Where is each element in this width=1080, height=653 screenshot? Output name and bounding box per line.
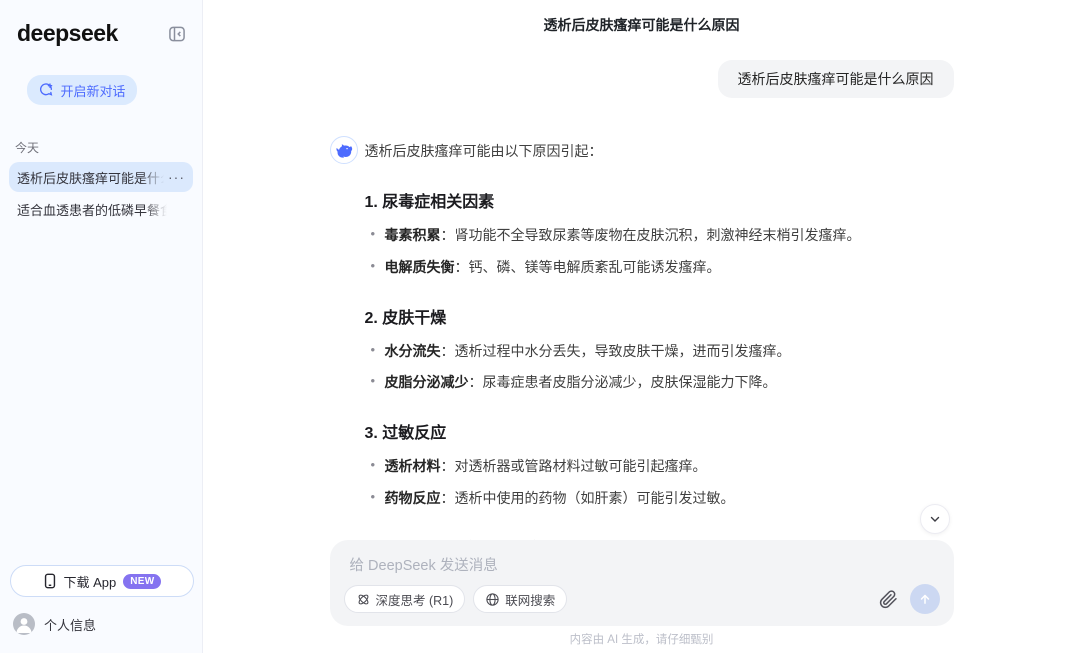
bullet-text: ：尿毒症患者皮脂分泌减少，皮肤保湿能力下降。 bbox=[469, 374, 777, 390]
attach-file-button[interactable] bbox=[879, 590, 898, 609]
chat-history-item[interactable]: 透析后皮肤瘙痒可能是什么原因 ··· bbox=[9, 162, 193, 192]
main-area: 透析后皮肤瘙痒可能是什么原因 透析后皮肤瘙痒可能是什么原因 透析后皮肤瘙痒可能由… bbox=[203, 0, 1080, 653]
section-heading: 1. 尿毒症相关因素 bbox=[365, 188, 954, 212]
bullet-text: ：对透析器或管路材料过敏可能引起瘙痒。 bbox=[441, 458, 707, 474]
bullet-text: ：钙、磷、镁等电解质紊乱可能诱发瘙痒。 bbox=[455, 259, 721, 275]
bullet-list: 毒素积累：肾功能不全导致尿素等废物在皮肤沉积，刺激神经末梢引发瘙痒。电解质失衡：… bbox=[365, 225, 954, 277]
section-heading: 2. 皮肤干燥 bbox=[365, 304, 954, 328]
deep-think-label: 深度思考 (R1) bbox=[376, 590, 454, 609]
chat-history-title: 透析后皮肤瘙痒可能是什么原因 bbox=[17, 168, 164, 187]
atom-icon bbox=[356, 592, 371, 607]
bullet-text: ：透析中使用的药物（如肝素）可能引发过敏。 bbox=[441, 490, 735, 506]
bullet-label: 药物反应 bbox=[385, 490, 441, 506]
bullet-text: ：肾功能不全导致尿素等废物在皮肤沉积，刺激神经末梢引发瘙痒。 bbox=[441, 227, 861, 243]
new-chat-label: 开启新对话 bbox=[60, 81, 125, 100]
bullet-label: 皮脂分泌减少 bbox=[385, 374, 469, 390]
chat-scroll-area[interactable]: 透析后皮肤瘙痒可能是什么原因 透析后皮肤瘙痒可能由以下原因引起： 1. 尿毒症相… bbox=[203, 50, 1080, 540]
download-app-label: 下载 App bbox=[64, 572, 117, 591]
bullet-text: ：透析过程中水分丢失，导致皮肤干燥，进而引发瘙痒。 bbox=[441, 343, 791, 359]
chevron-down-icon bbox=[928, 512, 942, 526]
new-chat-button[interactable]: 开启新对话 bbox=[27, 75, 137, 105]
assistant-message-content: 透析后皮肤瘙痒可能由以下原因引起： 1. 尿毒症相关因素 毒素积累：肾功能不全导… bbox=[365, 136, 954, 540]
user-message-bubble: 透析后皮肤瘙痒可能是什么原因 bbox=[718, 60, 954, 98]
chat-history-item[interactable]: 适合血透患者的低磷早餐食谱 bbox=[9, 194, 193, 224]
history-date-label: 今天 bbox=[15, 139, 193, 156]
assistant-intro: 透析后皮肤瘙痒可能由以下原因引起： bbox=[365, 141, 954, 161]
bullet-label: 电解质失衡 bbox=[385, 259, 455, 275]
answer-section: 1. 尿毒症相关因素 毒素积累：肾功能不全导致尿素等废物在皮肤沉积，刺激神经末梢… bbox=[365, 188, 954, 277]
web-search-toggle[interactable]: 联网搜索 bbox=[473, 585, 567, 613]
bullet-item: 电解质失衡：钙、磷、镁等电解质紊乱可能诱发瘙痒。 bbox=[365, 257, 954, 277]
new-chat-icon bbox=[38, 82, 54, 98]
profile-button[interactable]: 个人信息 bbox=[13, 613, 193, 635]
new-badge: NEW bbox=[123, 574, 161, 589]
ai-disclaimer: 内容由 AI 生成，请仔细甄别 bbox=[203, 626, 1080, 653]
send-button[interactable] bbox=[910, 584, 940, 614]
globe-icon bbox=[485, 592, 500, 607]
answer-section: 3. 过敏反应 透析材料：对透析器或管路材料过敏可能引起瘙痒。药物反应：透析中使… bbox=[365, 419, 954, 508]
paperclip-icon bbox=[879, 590, 898, 609]
more-options-icon[interactable]: ··· bbox=[164, 169, 185, 185]
profile-label: 个人信息 bbox=[44, 615, 96, 634]
chat-history-title: 适合血透患者的低磷早餐食谱 bbox=[17, 200, 167, 219]
bullet-list: 水分流失：透析过程中水分丢失，导致皮肤干燥，进而引发瘙痒。皮脂分泌减少：尿毒症患… bbox=[365, 341, 954, 393]
download-app-button[interactable]: 下载 App NEW bbox=[10, 565, 194, 597]
chat-header: 透析后皮肤瘙痒可能是什么原因 bbox=[203, 0, 1080, 50]
composer-wrap: 深度思考 (R1) 联网搜索 bbox=[203, 540, 1080, 653]
user-avatar-icon bbox=[13, 613, 35, 635]
collapse-sidebar-icon[interactable] bbox=[165, 22, 189, 46]
section-heading: 3. 过敏反应 bbox=[365, 419, 954, 443]
chat-history-list: 透析后皮肤瘙痒可能是什么原因 ··· 适合血透患者的低磷早餐食谱 bbox=[9, 162, 193, 226]
answer-section: 2. 皮肤干燥 水分流失：透析过程中水分丢失，导致皮肤干燥，进而引发瘙痒。皮脂分… bbox=[365, 304, 954, 393]
bullet-label: 透析材料 bbox=[385, 458, 441, 474]
message-input[interactable] bbox=[344, 554, 940, 584]
web-search-label: 联网搜索 bbox=[505, 590, 555, 609]
deepseek-logo: deepseek bbox=[17, 20, 118, 47]
deepseek-whale-icon bbox=[330, 136, 358, 164]
bullet-label: 水分流失 bbox=[385, 343, 441, 359]
page-title: 透析后皮肤瘙痒可能是什么原因 bbox=[544, 15, 740, 35]
sidebar: deepseek 开启新对话 今天 透析后皮肤瘙痒可能是什么原因 ··· bbox=[0, 0, 203, 653]
bullet-item: 皮脂分泌减少：尿毒症患者皮脂分泌减少，皮肤保湿能力下降。 bbox=[365, 372, 954, 392]
arrow-up-icon bbox=[918, 592, 932, 606]
assistant-message: 透析后皮肤瘙痒可能由以下原因引起： 1. 尿毒症相关因素 毒素积累：肾功能不全导… bbox=[330, 136, 954, 540]
bullet-item: 药物反应：透析中使用的药物（如肝素）可能引发过敏。 bbox=[365, 488, 954, 508]
bullet-item: 毒素积累：肾功能不全导致尿素等废物在皮肤沉积，刺激神经末梢引发瘙痒。 bbox=[365, 225, 954, 245]
deepseek-app: deepseek 开启新对话 今天 透析后皮肤瘙痒可能是什么原因 ··· bbox=[0, 0, 1080, 653]
deep-think-toggle[interactable]: 深度思考 (R1) bbox=[344, 585, 466, 613]
bullet-item: 水分流失：透析过程中水分丢失，导致皮肤干燥，进而引发瘙痒。 bbox=[365, 341, 954, 361]
bullet-label: 毒素积累 bbox=[385, 227, 441, 243]
phone-icon bbox=[43, 573, 57, 589]
message-composer[interactable]: 深度思考 (R1) 联网搜索 bbox=[330, 540, 954, 626]
bullet-item: 透析材料：对透析器或管路材料过敏可能引起瘙痒。 bbox=[365, 456, 954, 476]
bullet-list: 透析材料：对透析器或管路材料过敏可能引起瘙痒。药物反应：透析中使用的药物（如肝素… bbox=[365, 456, 954, 508]
scroll-to-bottom-button[interactable] bbox=[920, 504, 950, 534]
